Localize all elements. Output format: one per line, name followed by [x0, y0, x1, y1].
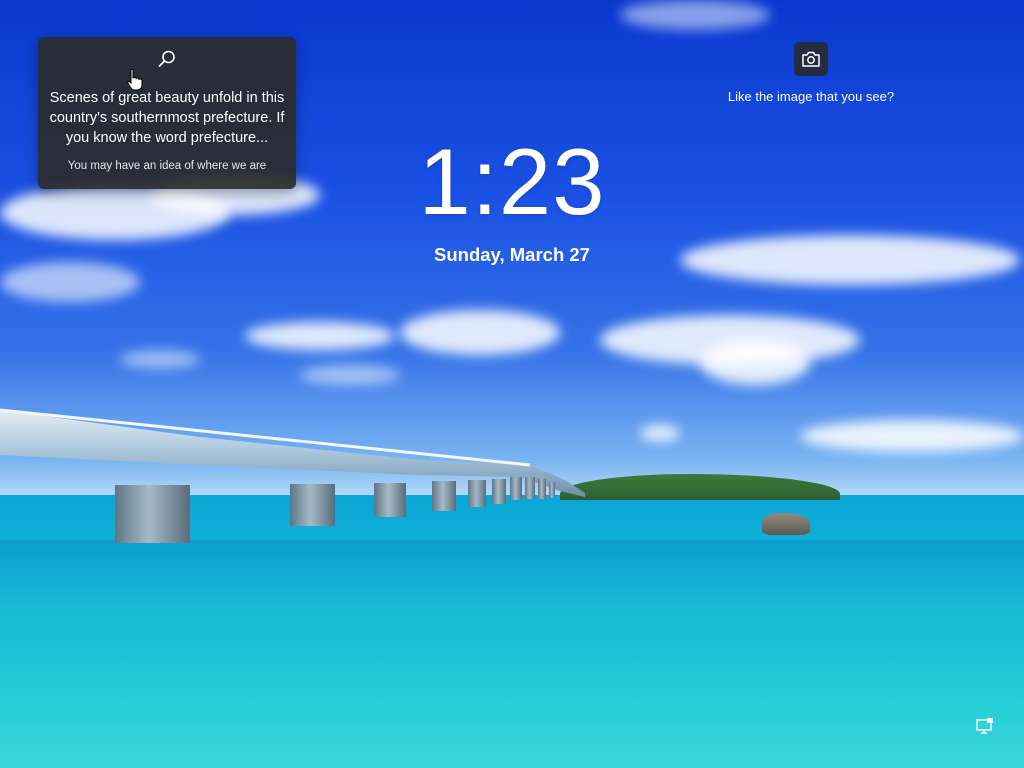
- camera-button[interactable]: [794, 42, 828, 76]
- lock-date: Sunday, March 27: [434, 244, 590, 265]
- hand-cursor-icon: [127, 69, 143, 91]
- rock: [762, 513, 810, 535]
- cloud: [640, 425, 680, 441]
- search-icon[interactable]: [157, 49, 177, 69]
- cloud: [800, 420, 1024, 452]
- cloud: [620, 0, 770, 30]
- cloud: [245, 322, 395, 350]
- cloud: [400, 310, 560, 355]
- camera-icon: [802, 51, 820, 67]
- lock-screen[interactable]: Scenes of great beauty unfold in this co…: [0, 0, 1024, 768]
- cloud: [300, 365, 400, 385]
- cloud: [120, 350, 200, 368]
- network-icon[interactable]: [976, 717, 994, 735]
- cloud: [0, 262, 140, 302]
- bridge: [0, 408, 585, 543]
- cloud: [700, 340, 810, 385]
- lock-clock: 1:23: [418, 129, 606, 234]
- like-image-text[interactable]: Like the image that you see?: [700, 89, 922, 104]
